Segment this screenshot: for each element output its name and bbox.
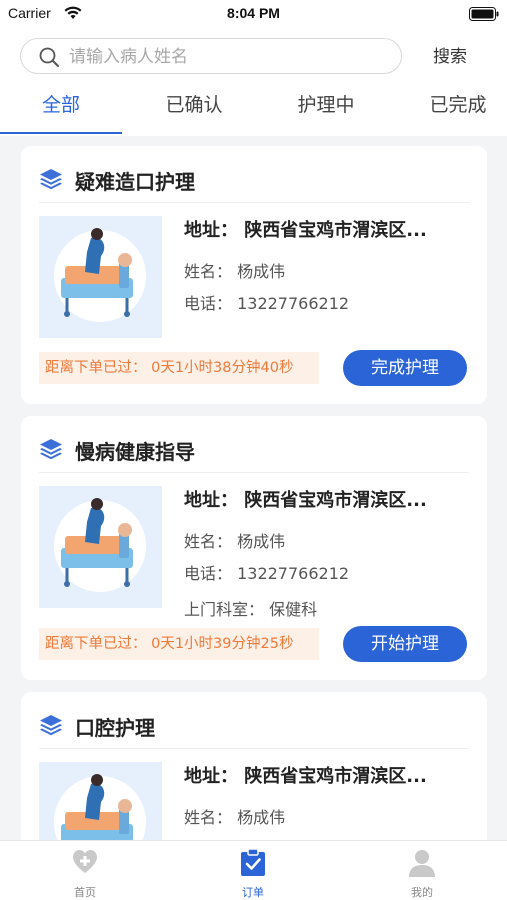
- tab-in-care[interactable]: 护理中: [264, 86, 388, 130]
- address-line: 地址： 陕西省宝鸡市渭滨区...: [184, 766, 427, 787]
- nav-profile[interactable]: 我的: [362, 841, 482, 900]
- heart-plus-icon: [73, 850, 97, 873]
- patient-name: 姓名： 杨成伟: [184, 808, 286, 827]
- tab-completed[interactable]: 已完成: [396, 86, 507, 130]
- nav-orders-label: 订单: [242, 886, 264, 899]
- start-care-button[interactable]: 开始护理: [343, 626, 467, 662]
- user-icon: [409, 850, 435, 877]
- clipboard-check-icon: [241, 849, 265, 876]
- active-tab-indicator: [0, 132, 122, 134]
- search-input[interactable]: [69, 44, 389, 70]
- layers-icon: [40, 169, 62, 190]
- divider: [39, 472, 469, 473]
- layers-icon: [40, 439, 62, 460]
- nursing-illustration: [39, 762, 162, 840]
- order-list[interactable]: 疑难造口护理 地址： 陕西省宝鸡市渭滨区... 姓名： 杨成伟 电话： 1322…: [0, 136, 507, 840]
- service-title: 口腔护理: [75, 716, 155, 740]
- status-tabs: 全部 已确认 护理中 已完成: [0, 86, 507, 136]
- nursing-illustration: [39, 486, 162, 608]
- address-line: 地址： 陕西省宝鸡市渭滨区...: [184, 220, 427, 241]
- layers-icon: [40, 715, 62, 736]
- search-box[interactable]: [20, 38, 402, 74]
- nav-profile-label: 我的: [411, 886, 433, 899]
- elapsed-timer: 距离下单已过： 0天1小时38分钟40秒: [39, 352, 319, 384]
- header: 搜索 全部 已确认 护理中 已完成: [0, 30, 507, 136]
- patient-name: 姓名： 杨成伟: [184, 532, 286, 551]
- battery-icon: [469, 7, 499, 21]
- order-card[interactable]: 口腔护理 地址： 陕西省宝鸡市渭滨区... 姓名： 杨成伟: [21, 692, 487, 840]
- patient-name: 姓名： 杨成伟: [184, 262, 286, 281]
- divider: [39, 202, 469, 203]
- bottom-tab-bar: 首页 订单 我的: [0, 840, 507, 900]
- nav-home[interactable]: 首页: [25, 841, 145, 900]
- nurse-bed-illustration: [54, 228, 146, 322]
- nav-orders[interactable]: 订单: [193, 841, 313, 900]
- tab-all[interactable]: 全部: [0, 86, 122, 130]
- clock-time: 8:04 PM: [227, 5, 280, 21]
- card-header: 疑难造口护理: [39, 166, 469, 194]
- nav-home-label: 首页: [74, 886, 96, 899]
- finish-care-button[interactable]: 完成护理: [343, 350, 467, 386]
- tab-confirmed[interactable]: 已确认: [132, 86, 256, 130]
- card-header: 慢病健康指导: [39, 436, 469, 464]
- patient-phone: 电话： 13227766212: [184, 294, 350, 313]
- search-button[interactable]: 搜索: [420, 44, 480, 70]
- order-card[interactable]: 慢病健康指导 地址： 陕西省宝鸡市渭滨区... 姓名： 杨成伟 电话： 1322…: [21, 416, 487, 680]
- service-title: 慢病健康指导: [75, 440, 195, 464]
- card-header: 口腔护理: [39, 712, 469, 740]
- status-bar: Carrier 8:04 PM: [0, 0, 507, 30]
- nurse-bed-illustration: [54, 498, 146, 592]
- nurse-bed-illustration: [54, 774, 146, 840]
- order-card[interactable]: 疑难造口护理 地址： 陕西省宝鸡市渭滨区... 姓名： 杨成伟 电话： 1322…: [21, 146, 487, 404]
- address-line: 地址： 陕西省宝鸡市渭滨区...: [184, 490, 427, 511]
- visit-department: 上门科室： 保健科: [184, 600, 318, 619]
- service-title: 疑难造口护理: [75, 170, 195, 194]
- elapsed-timer: 距离下单已过： 0天1小时39分钟25秒: [39, 628, 319, 660]
- patient-phone: 电话： 13227766212: [184, 564, 350, 583]
- search-icon: [39, 47, 59, 67]
- divider: [39, 748, 469, 749]
- nursing-illustration: [39, 216, 162, 338]
